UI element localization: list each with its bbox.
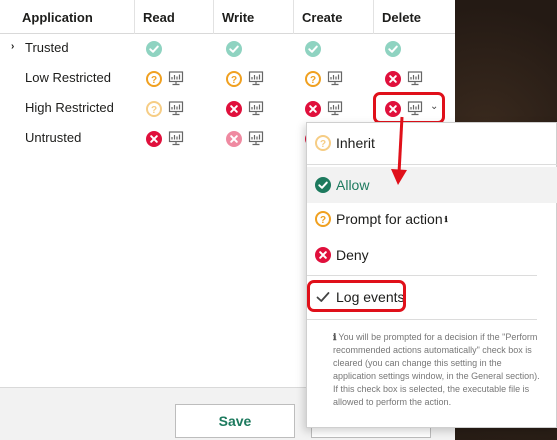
log-events-highlight bbox=[307, 280, 406, 312]
svg-text:?: ? bbox=[320, 139, 326, 150]
menu-item-label: Inherit bbox=[336, 135, 375, 151]
deny-status-icon[interactable] bbox=[226, 130, 242, 147]
table-header: Application Read Write Create Delete bbox=[0, 0, 455, 34]
menu-item-label: Allow bbox=[336, 177, 370, 193]
menu-item-label: Prompt for action bbox=[336, 211, 443, 227]
permission-cell-read[interactable] bbox=[146, 40, 162, 57]
permission-cell-create[interactable] bbox=[305, 100, 343, 117]
info-icon: ℹ bbox=[333, 332, 337, 342]
deny-icon bbox=[315, 247, 331, 263]
header-read[interactable]: Read bbox=[135, 0, 214, 34]
application-name: High Restricted bbox=[25, 100, 114, 115]
table-row[interactable]: › Trusted bbox=[0, 33, 455, 63]
permission-dropdown: ? Inherit Allow ? Prompt for action ℹ De… bbox=[306, 122, 557, 428]
permission-cell-write[interactable] bbox=[226, 40, 242, 57]
prompt-status-icon[interactable]: ? bbox=[146, 100, 162, 117]
prompt-faded-icon: ? bbox=[315, 135, 331, 151]
log-events-icon[interactable] bbox=[248, 71, 264, 86]
header-create[interactable]: Create bbox=[294, 0, 374, 34]
log-events-icon[interactable] bbox=[327, 101, 343, 116]
svg-text:?: ? bbox=[151, 75, 157, 86]
prompt-status-icon[interactable]: ? bbox=[146, 70, 162, 87]
save-button[interactable]: Save bbox=[175, 404, 295, 438]
deny-status-icon[interactable] bbox=[305, 100, 321, 117]
menu-divider bbox=[307, 319, 537, 320]
permission-cell-write[interactable] bbox=[226, 100, 264, 117]
svg-text:?: ? bbox=[151, 105, 157, 116]
log-events-icon[interactable] bbox=[168, 71, 184, 86]
deny-status-icon[interactable] bbox=[385, 70, 401, 87]
info-icon[interactable]: ℹ bbox=[445, 215, 448, 224]
log-events-icon[interactable] bbox=[248, 131, 264, 146]
menu-item-label: Deny bbox=[336, 247, 369, 263]
svg-text:?: ? bbox=[310, 75, 316, 86]
permission-cell-delete[interactable] bbox=[385, 70, 423, 87]
prompt-status-icon[interactable]: ? bbox=[226, 70, 242, 87]
permission-cell-create[interactable]: ? bbox=[305, 70, 343, 87]
table-row[interactable]: Low Restricted??? bbox=[0, 63, 455, 93]
log-events-icon[interactable] bbox=[248, 101, 264, 116]
prompt-note: ℹ You will be prompted for a decision if … bbox=[333, 331, 543, 409]
chevron-down-icon[interactable]: ⌄ bbox=[430, 101, 438, 112]
log-events-icon[interactable] bbox=[407, 71, 423, 86]
menu-item-inherit[interactable]: ? Inherit bbox=[307, 125, 557, 161]
allow-icon bbox=[315, 177, 331, 193]
prompt-status-icon[interactable]: ? bbox=[305, 70, 321, 87]
permission-cell-write[interactable]: ? bbox=[226, 70, 264, 87]
header-application[interactable]: Application bbox=[0, 0, 135, 34]
log-events-icon[interactable] bbox=[327, 71, 343, 86]
header-write[interactable]: Write bbox=[214, 0, 294, 34]
permission-cell-read[interactable] bbox=[146, 130, 184, 147]
application-name: Trusted bbox=[25, 40, 69, 55]
allow-status-icon[interactable] bbox=[385, 40, 401, 57]
permission-cell-write[interactable] bbox=[226, 130, 264, 147]
prompt-icon: ? bbox=[315, 211, 331, 227]
application-name: Untrusted bbox=[25, 130, 82, 145]
log-events-icon[interactable] bbox=[168, 131, 184, 146]
chevron-right-icon[interactable]: › bbox=[11, 41, 14, 52]
allow-status-icon[interactable] bbox=[226, 40, 242, 57]
deny-status-icon[interactable] bbox=[146, 130, 162, 147]
deny-status-icon[interactable] bbox=[226, 100, 242, 117]
permission-cell-read[interactable]: ? bbox=[146, 70, 184, 87]
permission-cell-create[interactable] bbox=[305, 40, 321, 57]
permission-cell-read[interactable]: ? bbox=[146, 100, 184, 117]
svg-text:?: ? bbox=[320, 215, 326, 226]
menu-item-allow[interactable]: Allow bbox=[307, 167, 557, 203]
menu-divider bbox=[307, 275, 537, 276]
application-name: Low Restricted bbox=[25, 70, 111, 85]
svg-text:?: ? bbox=[231, 75, 237, 86]
permission-cell-delete[interactable] bbox=[385, 40, 401, 57]
allow-status-icon[interactable] bbox=[305, 40, 321, 57]
menu-divider bbox=[307, 164, 557, 165]
menu-item-prompt[interactable]: ? Prompt for action ℹ bbox=[307, 201, 557, 237]
log-events-icon[interactable] bbox=[168, 101, 184, 116]
menu-item-deny[interactable]: Deny bbox=[307, 237, 557, 273]
note-text: You will be prompted for a decision if t… bbox=[333, 332, 540, 407]
header-delete[interactable]: Delete bbox=[374, 0, 455, 34]
allow-status-icon[interactable] bbox=[146, 40, 162, 57]
